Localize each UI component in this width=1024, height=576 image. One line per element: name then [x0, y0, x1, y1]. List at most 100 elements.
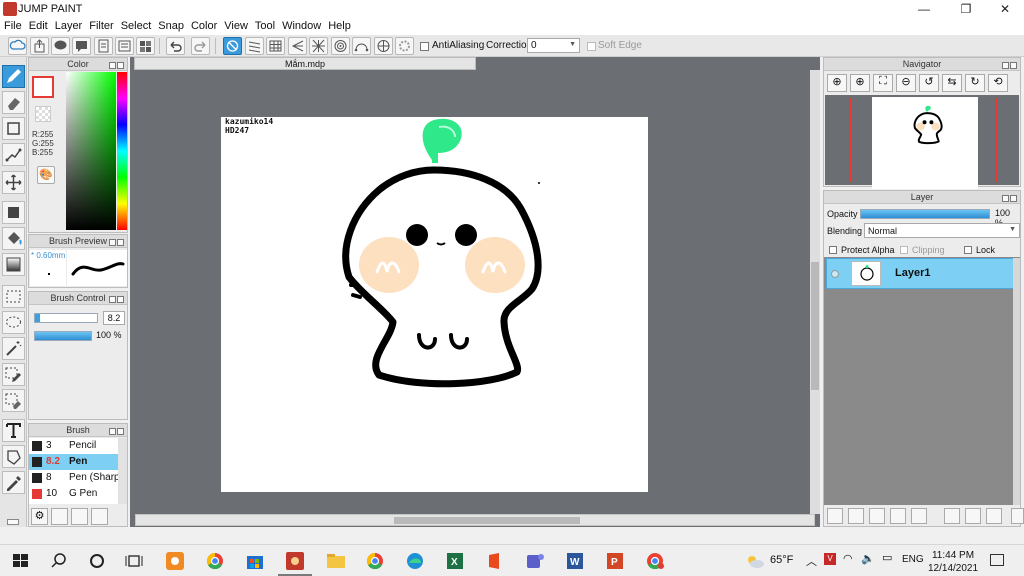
excel-icon[interactable]: X	[444, 551, 466, 571]
line-tool-icon[interactable]	[2, 143, 25, 166]
close-button[interactable]: ✕	[985, 0, 1024, 18]
weather-temp[interactable]: 65°F	[770, 554, 793, 566]
brush-size-slider[interactable]	[34, 313, 98, 323]
lasso-tool-icon[interactable]	[2, 311, 25, 334]
new-folder-icon[interactable]	[911, 508, 927, 524]
layer-settings-icon[interactable]	[986, 508, 1002, 524]
document-tab[interactable]: Mắm.mdp	[134, 57, 476, 70]
notification-icon[interactable]	[990, 554, 1004, 566]
zoom-in-icon[interactable]: ⊕	[827, 74, 847, 92]
eraser-tool-icon[interactable]	[2, 91, 25, 114]
brush-settings-icon[interactable]: ⚙	[31, 508, 48, 525]
brush-opacity-slider[interactable]	[34, 331, 92, 341]
brush-item-g-pen[interactable]: 10 G Pen	[29, 486, 118, 502]
layer-opacity-slider[interactable]	[860, 209, 990, 219]
snap-settings-icon[interactable]	[395, 37, 414, 55]
file-explorer-icon[interactable]	[325, 551, 347, 571]
menu-file[interactable]: File	[0, 18, 25, 32]
brush-menu-icon[interactable]	[71, 508, 88, 525]
comment-icon[interactable]	[51, 37, 70, 55]
menu-layer[interactable]: Layer	[51, 18, 86, 32]
brush-copy-icon[interactable]	[91, 508, 108, 525]
wifi-icon[interactable]: ◠	[843, 552, 853, 565]
lock-checkbox[interactable]	[964, 246, 972, 254]
cloud-icon[interactable]	[8, 37, 27, 55]
clipping-checkbox[interactable]	[900, 246, 908, 254]
new-layer-icon[interactable]	[827, 508, 843, 524]
main-color-swatch[interactable]	[32, 76, 54, 98]
brush-item-pen[interactable]: 8.2 Pen	[29, 454, 118, 470]
store-icon[interactable]	[244, 551, 266, 571]
menu-edit[interactable]: Edit	[25, 18, 51, 32]
snap-3d-icon[interactable]	[374, 37, 393, 55]
soft-edge-checkbox[interactable]	[587, 42, 596, 51]
app-orange-icon[interactable]	[164, 551, 186, 571]
zoom-out-icon[interactable]: ⊖	[896, 74, 916, 92]
word-icon[interactable]: W	[564, 551, 586, 571]
grid-panels-icon[interactable]	[136, 37, 155, 55]
gradient-tool-icon[interactable]	[2, 253, 25, 276]
message-icon[interactable]	[72, 37, 91, 55]
brush-item-pencil[interactable]: 3 Pencil	[29, 438, 118, 454]
share-icon[interactable]	[30, 37, 49, 55]
transparent-color-swatch[interactable]	[35, 106, 51, 122]
select-pen-tool-icon[interactable]	[2, 363, 25, 386]
select-eraser-tool-icon[interactable]	[2, 389, 25, 412]
snap-radial-icon[interactable]	[309, 37, 328, 55]
cortana-icon[interactable]	[86, 551, 108, 571]
canvas-vertical-scrollbar[interactable]	[810, 70, 820, 514]
chrome-icon[interactable]	[364, 551, 386, 571]
weather-icon[interactable]	[744, 552, 766, 570]
divide-tool-icon[interactable]	[2, 445, 25, 468]
menu-snap[interactable]: Snap	[154, 18, 187, 32]
brush-list-scrollbar[interactable]	[118, 438, 127, 504]
search-icon[interactable]	[48, 551, 70, 571]
chrome-profile-icon[interactable]	[644, 551, 666, 571]
select-rect-tool-icon[interactable]	[2, 285, 25, 308]
menu-tool[interactable]: Tool	[251, 18, 278, 32]
menu-filter[interactable]: Filter	[85, 18, 116, 32]
magic-wand-tool-icon[interactable]	[2, 337, 25, 360]
palette-icon[interactable]: 🎨	[37, 166, 55, 184]
windows-start-icon[interactable]	[10, 551, 32, 571]
layer-visibility-icon[interactable]	[831, 270, 839, 278]
redo-icon[interactable]	[191, 37, 210, 55]
zoom-in-2-icon[interactable]: ⊕	[850, 74, 870, 92]
menu-window[interactable]: Window	[278, 18, 324, 32]
navigator-preview[interactable]	[825, 95, 1019, 189]
volume-icon[interactable]: 🔈	[861, 552, 875, 565]
rotate-left-icon[interactable]: ↺	[919, 74, 939, 92]
chrome-app-icon[interactable]	[204, 551, 226, 571]
layer-list-scrollbar[interactable]	[1013, 258, 1020, 505]
layer-row-layer1[interactable]: Layer1	[826, 258, 1014, 289]
drawing-canvas[interactable]: kazumiko14 HD247	[221, 117, 648, 492]
pen-tool-icon[interactable]	[2, 65, 25, 88]
office-icon[interactable]	[484, 551, 506, 571]
merge-layer-icon[interactable]	[965, 508, 981, 524]
brush-item-pen-sharp[interactable]: 8 Pen (Sharp	[29, 470, 118, 486]
menu-help[interactable]: Help	[324, 18, 354, 32]
antialiasing-checkbox[interactable]	[420, 42, 429, 51]
document-icon[interactable]	[94, 37, 113, 55]
duplicate-layer-icon[interactable]	[944, 508, 960, 524]
edge-icon[interactable]	[404, 551, 426, 571]
delete-layer-icon[interactable]	[1011, 508, 1024, 524]
jump-paint-taskbar-icon[interactable]	[278, 551, 312, 576]
powerpoint-icon[interactable]: P	[604, 551, 626, 571]
bucket-tool-icon[interactable]	[2, 227, 25, 250]
tool-grip[interactable]	[7, 519, 19, 525]
menu-view[interactable]: View	[220, 18, 251, 32]
snap-grid-icon[interactable]	[266, 37, 285, 55]
teams-icon[interactable]	[524, 551, 546, 571]
text-tool-icon[interactable]	[2, 419, 25, 442]
new-halftone-layer-icon[interactable]	[890, 508, 906, 524]
material-icon[interactable]	[115, 37, 134, 55]
language-indicator[interactable]: ENG	[902, 554, 924, 565]
hue-slider[interactable]	[117, 72, 127, 230]
snap-curve-icon[interactable]	[352, 37, 371, 55]
move-tool-icon[interactable]	[2, 171, 25, 194]
flip-icon[interactable]: ⇆	[942, 74, 962, 92]
fit-view-icon[interactable]: ⛶	[873, 74, 893, 92]
blending-select[interactable]: Normal ▼	[864, 223, 1020, 238]
snap-parallel-icon[interactable]	[245, 37, 264, 55]
